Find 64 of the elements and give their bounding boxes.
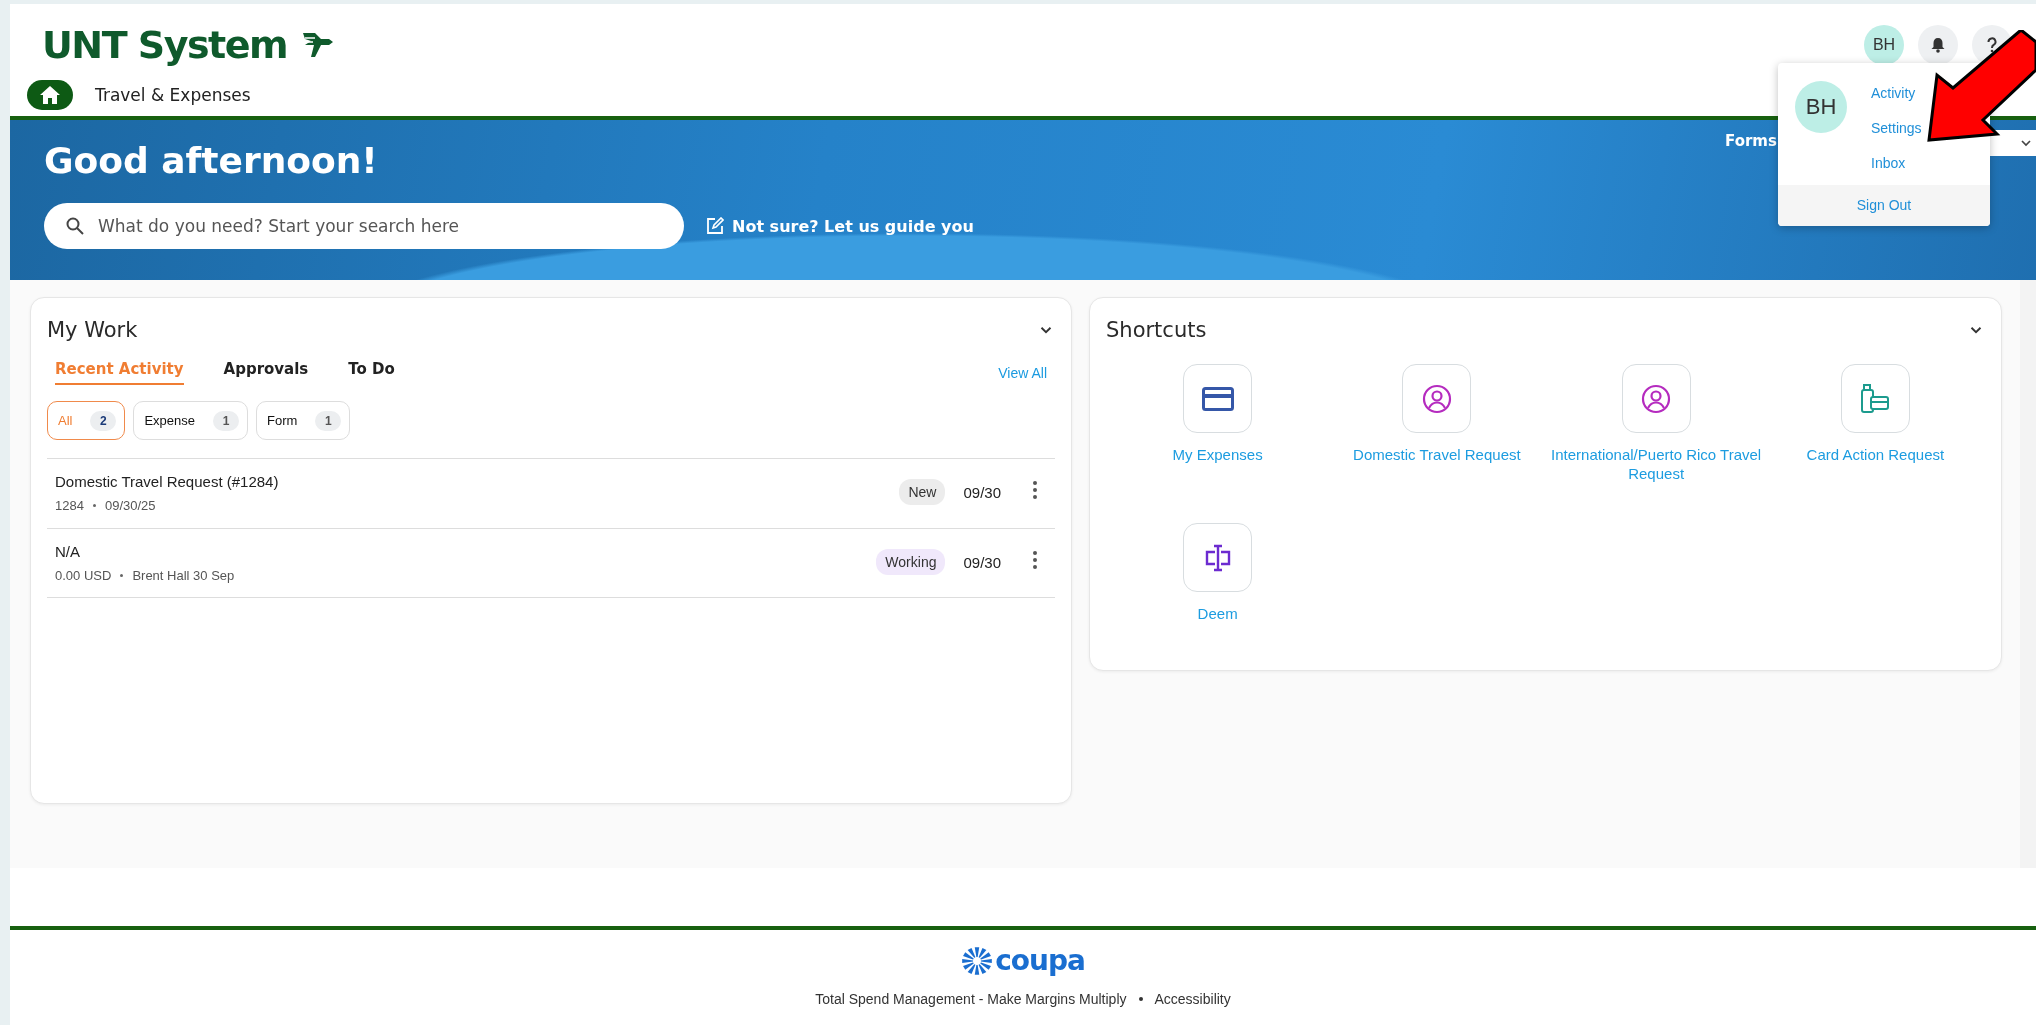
tab[interactable]: Recent Activity (55, 360, 184, 385)
more-vertical-icon (1033, 551, 1037, 569)
separator-dot (120, 574, 124, 577)
menu-item[interactable]: Activity (1871, 85, 1922, 101)
filter-chip[interactable]: Expense 1 (133, 401, 249, 440)
shortcut-tile[interactable] (1621, 364, 1691, 433)
search-icon (66, 217, 84, 235)
filter-chip[interactable]: Form 1 (256, 401, 351, 440)
question-mark-icon (1987, 37, 1997, 53)
credit-card-icon (1201, 386, 1234, 411)
footer-link[interactable]: Accessibility (1154, 991, 1231, 1007)
shortcut-tile[interactable] (1840, 364, 1910, 433)
tab[interactable]: To Do (348, 360, 395, 385)
tab[interactable]: Approvals (223, 360, 309, 385)
view-all-link[interactable]: View All (998, 364, 1047, 381)
activity-date: 09/30 (963, 554, 1001, 571)
menu-item[interactable]: Settings (1871, 120, 1922, 136)
shortcut-link[interactable]: My Expenses (1172, 445, 1263, 464)
menu-avatar: BH (1795, 81, 1847, 133)
shortcut-tile[interactable] (1183, 364, 1253, 433)
shortcut-link[interactable]: Deem (1197, 604, 1238, 623)
notifications-button[interactable] (1918, 25, 1958, 65)
shortcut-tile[interactable] (1402, 364, 1472, 433)
user-icon (1641, 383, 1672, 414)
count-badge: 1 (315, 410, 342, 431)
search-field[interactable]: What do you need? Start your search here (44, 203, 684, 249)
footer-logo-text: coupa (995, 944, 1085, 977)
nav-title[interactable]: Travel & Expenses (95, 85, 251, 105)
user-avatar[interactable]: BH (1864, 25, 1904, 65)
card-title: My Work (47, 318, 138, 342)
shortcut-link[interactable]: Domestic Travel Request (1353, 445, 1521, 464)
menu-item[interactable]: Inbox (1871, 155, 1922, 171)
edit-icon (706, 217, 724, 235)
activity-meta: 09/30/25 (104, 498, 156, 513)
activity-title[interactable]: Domestic Travel Request (#1284) (55, 473, 900, 490)
footer-link[interactable]: Total Spend Management - Make Margins Multiply (815, 991, 1127, 1007)
count-badge: 2 (90, 410, 117, 431)
activity-date: 09/30 (963, 484, 1001, 501)
guide-link[interactable]: Not sure? Let us guide you (706, 216, 974, 236)
user-icon (1421, 383, 1452, 414)
forms-label: Forms (1725, 132, 1777, 150)
status-badge: New (899, 479, 946, 505)
luggage-card-icon (1860, 382, 1891, 415)
count-badge: 1 (213, 410, 240, 431)
more-vertical-icon (1033, 481, 1037, 499)
filter-chip[interactable]: All 2 (47, 401, 126, 440)
shortcut-link[interactable]: Card Action Request (1806, 445, 1945, 464)
separator-dot (1138, 997, 1143, 1001)
activity-meta: Brent Hall 30 Sep (132, 568, 235, 583)
starburst-logo-icon (961, 945, 994, 976)
shortcut-tile[interactable] (1183, 523, 1253, 592)
activity-meta: 0.00 USD (55, 568, 112, 583)
shortcut-link[interactable]: International/Puerto Rico Travel Request (1546, 445, 1766, 483)
sign-out-link[interactable]: Sign Out (1778, 185, 1990, 226)
activity-meta: 1284 (55, 498, 84, 513)
logo-text: UNT System (42, 23, 288, 67)
home-button[interactable] (27, 80, 73, 110)
greeting-heading: Good afternoon! (44, 140, 378, 181)
activity-title[interactable]: N/A (55, 543, 877, 560)
card-title: Shortcuts (1106, 318, 1207, 342)
status-badge: Working (876, 549, 946, 575)
home-icon (39, 85, 61, 105)
separator-dot (92, 504, 96, 507)
bell-icon (1931, 37, 1945, 53)
